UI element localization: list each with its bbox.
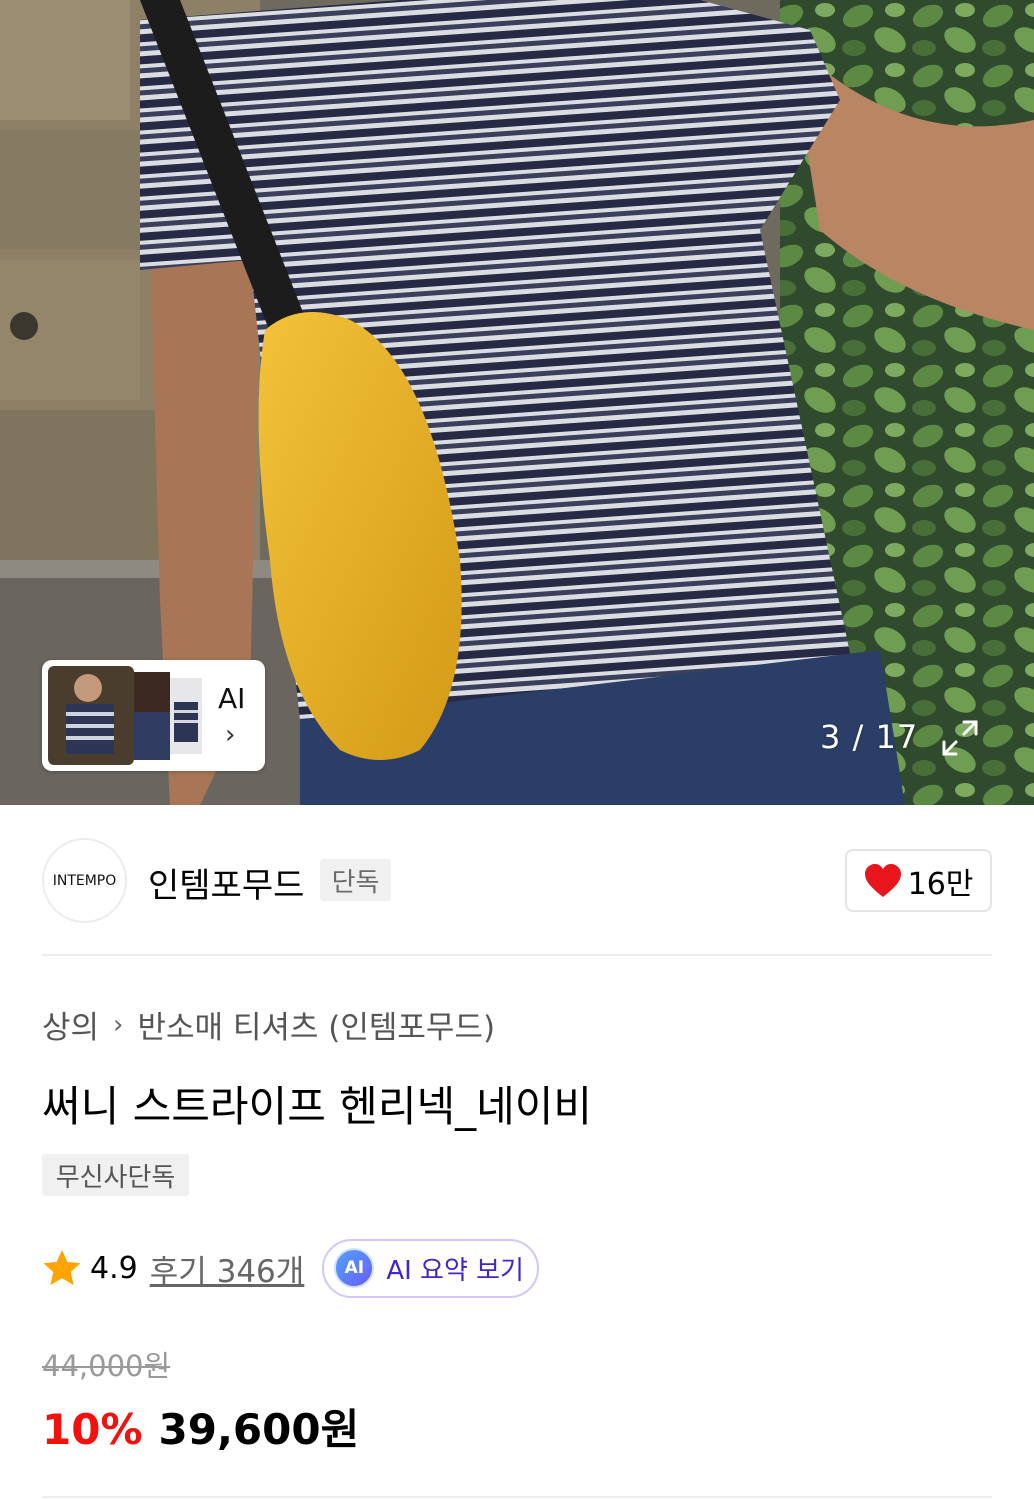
exclusive-tag: 단독 (320, 859, 391, 901)
ai-thumbnail-2 (134, 672, 170, 760)
image-counter: 3 / 17 (820, 718, 919, 756)
ai-badge-icon: AI (334, 1248, 375, 1288)
section-divider (42, 1496, 992, 1498)
discount-rate: 10% (42, 1405, 143, 1454)
heart-icon (864, 863, 901, 897)
ai-summary-label: AI 요약 보기 (386, 1255, 524, 1286)
chevron-right-icon: › (113, 1009, 124, 1040)
like-button[interactable]: 16만 (845, 849, 992, 912)
price-row: 10% 39,600원 (42, 1396, 359, 1457)
ai-summary-button[interactable]: AI AI 요약 보기 (322, 1238, 540, 1298)
breadcrumb: 상의 › 반소매 티셔츠 (인템포무드) (42, 1002, 495, 1047)
brand-name[interactable]: 인템포무드 (148, 858, 304, 907)
sale-price: 39,600원 (158, 1405, 360, 1454)
like-count: 16만 (907, 866, 974, 902)
expand-icon[interactable] (938, 716, 982, 760)
breadcrumb-item-subcategory[interactable]: 반소매 티셔츠 (인템포무드) (137, 1002, 495, 1047)
brand-logo[interactable]: INTEMPO (42, 838, 127, 923)
rating-value: 4.9 (90, 1250, 138, 1286)
brand-logo-text: INTEMPO (52, 872, 117, 889)
ai-thumbnail-1 (48, 666, 134, 765)
review-count-link[interactable]: 후기 346개 (150, 1246, 305, 1291)
exclusive-badge: 무신사단독 (42, 1154, 189, 1196)
rating-row: 4.9 후기 346개 AI AI 요약 보기 (42, 1238, 540, 1298)
ai-similar-items-card[interactable]: AI › (42, 660, 265, 771)
section-divider (42, 954, 992, 956)
product-image-gallery[interactable]: AI › 3 / 17 (0, 0, 1034, 805)
ai-card-label: AI (218, 682, 246, 715)
ai-thumbnail-3 (170, 678, 202, 754)
chevron-right-icon: › (225, 720, 236, 750)
original-price: 44,000원 (42, 1349, 171, 1383)
star-icon (43, 1250, 81, 1285)
breadcrumb-item-category[interactable]: 상의 (42, 1002, 99, 1047)
product-title: 써니 스트라이프 헨리넥_네이비 (42, 1082, 593, 1131)
